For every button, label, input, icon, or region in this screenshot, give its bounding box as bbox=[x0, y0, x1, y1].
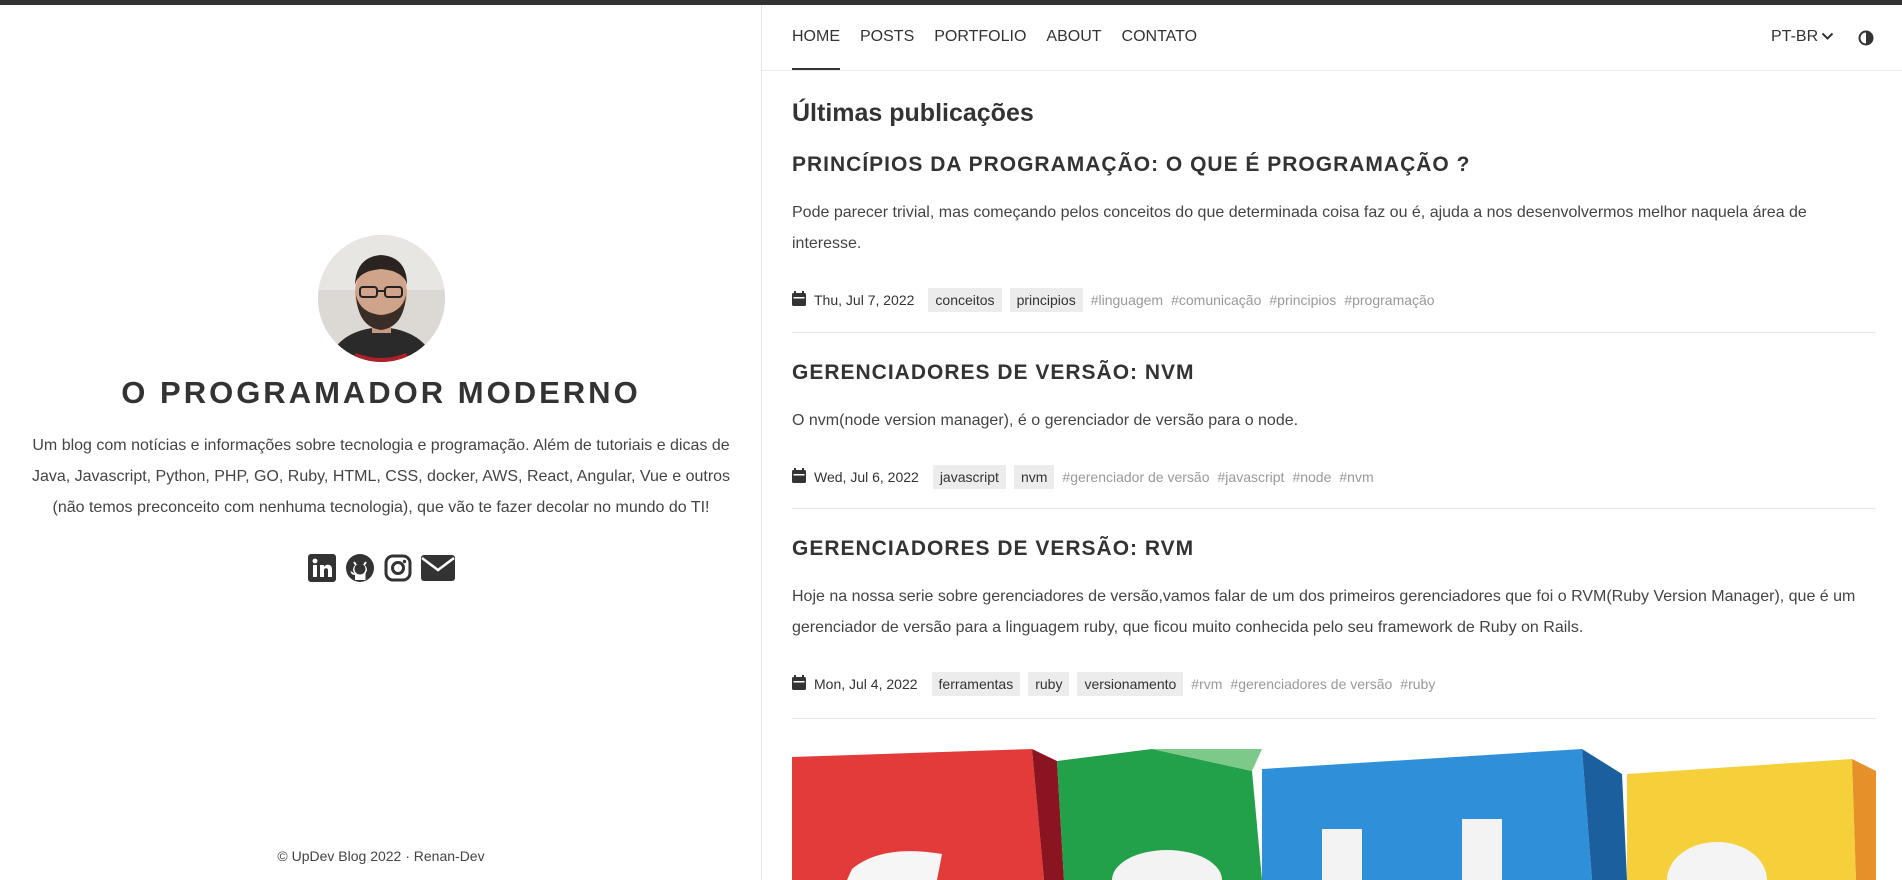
category-badge[interactable]: versionamento bbox=[1077, 672, 1184, 696]
tag-link[interactable]: #comunicação bbox=[1171, 292, 1261, 308]
post-summary: Hoje na nossa serie sobre gerenciadores … bbox=[792, 588, 1856, 636]
post-cover-image[interactable] bbox=[792, 749, 1876, 880]
post-card: GERENCIADORES DE VERSÃO: RVM Hoje na nos… bbox=[792, 537, 1876, 719]
site-description: Um blog com notícias e informações sobre… bbox=[31, 437, 731, 516]
post-title[interactable]: GERENCIADORES DE VERSÃO: RVM bbox=[792, 537, 1876, 561]
tag-link[interactable]: #gerenciador de versão bbox=[1062, 469, 1209, 485]
post-summary: O nvm(node version manager), é o gerenci… bbox=[792, 412, 1299, 429]
post-meta: Wed, Jul 6, 2022 javascript nvm #gerenci… bbox=[792, 465, 1382, 489]
tag-link[interactable]: #programação bbox=[1344, 292, 1434, 308]
category-badge[interactable]: nvm bbox=[1013, 465, 1055, 489]
nav-home[interactable]: HOME bbox=[792, 5, 840, 70]
tag-link[interactable]: #principios bbox=[1269, 292, 1336, 308]
chevron-down-icon bbox=[1821, 28, 1834, 46]
tag-link[interactable]: #nvm bbox=[1339, 469, 1373, 485]
tag-link[interactable]: #gerenciadores de versão bbox=[1230, 676, 1392, 692]
calendar-icon bbox=[792, 468, 806, 486]
category-badge[interactable]: ferramentas bbox=[931, 672, 1021, 696]
nav-portfolio[interactable]: PORTFOLIO bbox=[934, 5, 1026, 70]
linkedin-icon[interactable] bbox=[307, 553, 337, 583]
post-meta: Mon, Jul 4, 2022 ferramentas ruby versio… bbox=[792, 672, 1443, 696]
category-badge[interactable]: ruby bbox=[1028, 672, 1070, 696]
tag-link[interactable]: #rvm bbox=[1191, 676, 1222, 692]
post-meta: Thu, Jul 7, 2022 conceitos principios #l… bbox=[792, 288, 1443, 312]
nav-links: HOME POSTS PORTFOLIO ABOUT CONTATO bbox=[792, 5, 1217, 70]
footer-copyright: © UpDev Blog 2022 · Renan-Dev bbox=[277, 848, 485, 864]
post-date: Wed, Jul 6, 2022 bbox=[814, 469, 919, 485]
post-title[interactable]: PRINCÍPIOS DA PROGRAMAÇÃO: O QUE É PROGR… bbox=[792, 153, 1876, 177]
contrast-icon[interactable] bbox=[1858, 30, 1874, 46]
top-navigation: HOME POSTS PORTFOLIO ABOUT CONTATO PT-BR bbox=[762, 5, 1902, 71]
section-title: Últimas publicações bbox=[792, 99, 1034, 127]
language-label: PT-BR bbox=[1771, 28, 1819, 45]
email-icon[interactable] bbox=[421, 553, 455, 583]
category-badge[interactable]: conceitos bbox=[928, 288, 1002, 312]
avatar bbox=[318, 235, 445, 362]
post-card: PRINCÍPIOS DA PROGRAMAÇÃO: O QUE É PROGR… bbox=[792, 153, 1876, 333]
nav-posts[interactable]: POSTS bbox=[860, 5, 914, 70]
post-summary: Pode parecer trivial, mas começando pelo… bbox=[792, 204, 1807, 252]
nav-about[interactable]: ABOUT bbox=[1046, 5, 1101, 70]
language-selector[interactable]: PT-BR bbox=[1771, 28, 1834, 46]
profile-sidebar: O PROGRAMADOR MODERNO Um blog com notíci… bbox=[0, 5, 762, 880]
tag-link[interactable]: #javascript bbox=[1218, 469, 1285, 485]
instagram-icon[interactable] bbox=[383, 553, 413, 583]
site-title: O PROGRAMADOR MODERNO bbox=[121, 375, 641, 410]
category-badge[interactable]: principios bbox=[1009, 288, 1083, 312]
post-date: Mon, Jul 4, 2022 bbox=[814, 676, 918, 692]
tag-link[interactable]: #node bbox=[1292, 469, 1331, 485]
post-date: Thu, Jul 7, 2022 bbox=[814, 292, 915, 308]
calendar-icon bbox=[792, 675, 806, 693]
calendar-icon bbox=[792, 291, 806, 309]
github-icon[interactable] bbox=[345, 553, 375, 583]
post-title[interactable]: GERENCIADORES DE VERSÃO: NVM bbox=[792, 361, 1876, 385]
category-badge[interactable]: javascript bbox=[932, 465, 1006, 489]
tag-link[interactable]: #linguagem bbox=[1091, 292, 1163, 308]
tag-link[interactable]: #ruby bbox=[1400, 676, 1435, 692]
social-links bbox=[0, 553, 762, 583]
nav-contato[interactable]: CONTATO bbox=[1122, 5, 1198, 70]
post-card: GERENCIADORES DE VERSÃO: NVM O nvm(node … bbox=[792, 361, 1876, 509]
